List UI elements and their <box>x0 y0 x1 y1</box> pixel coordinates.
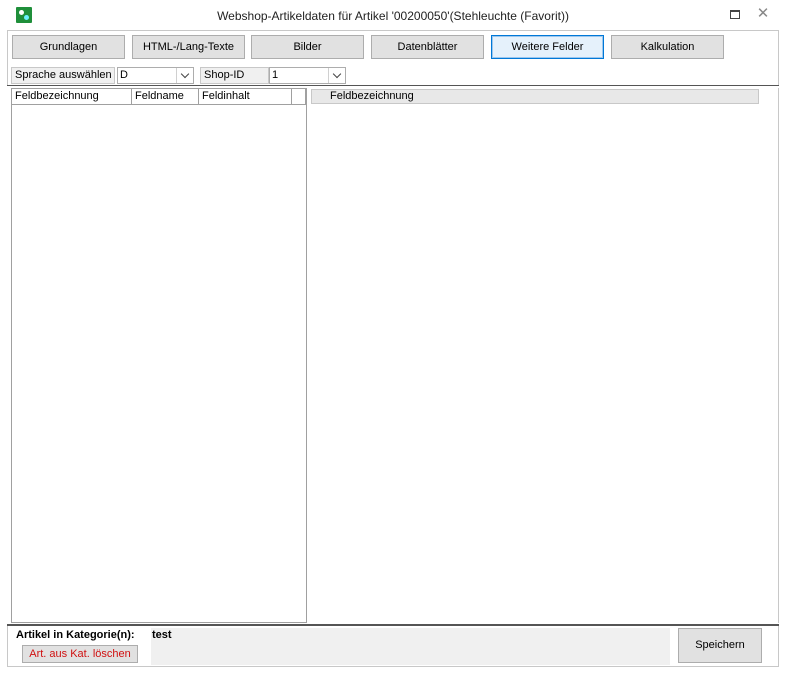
shop-id-select[interactable]: 1 <box>269 67 346 84</box>
tab-datenblaetter[interactable]: Datenblätter <box>371 35 484 59</box>
detail-grid[interactable]: Feldbezeichnung <box>309 88 779 623</box>
column-feldname[interactable]: Feldname <box>132 89 199 105</box>
close-icon: ✕ <box>756 5 770 22</box>
tab-bilder[interactable]: Bilder <box>251 35 364 59</box>
category-label: Artikel in Kategorie(n): <box>16 629 135 641</box>
fields-grid[interactable]: Feldbezeichnung Feldname Feldinhalt <box>11 88 307 623</box>
column-feldinhalt[interactable]: Feldinhalt <box>199 89 292 105</box>
tab-html-lang-texte[interactable]: HTML-/Lang-Texte <box>132 35 245 59</box>
close-button[interactable]: ✕ <box>752 4 774 24</box>
language-label: Sprache auswählen <box>11 67 115 84</box>
maximize-button[interactable] <box>724 4 746 24</box>
language-select[interactable]: D <box>117 67 194 84</box>
footer-panel: Artikel in Kategorie(n): test Art. aus K… <box>7 626 779 667</box>
tab-weitere-felder[interactable]: Weitere Felder <box>491 35 604 59</box>
remove-from-category-button[interactable]: Art. aus Kat. löschen <box>22 645 138 663</box>
title-bar: Webshop-Artikeldaten für Artikel '002000… <box>0 0 786 30</box>
webshop-article-window: Webshop-Artikeldaten für Artikel '002000… <box>0 0 786 673</box>
window-title: Webshop-Artikeldaten für Artikel '002000… <box>217 9 569 23</box>
save-button[interactable]: Speichern <box>678 628 762 663</box>
shop-id-select-value: 1 <box>272 69 279 81</box>
category-value: test <box>152 629 172 641</box>
top-separator <box>7 85 779 86</box>
column-feldbezeichnung[interactable]: Feldbezeichnung <box>12 89 132 105</box>
tab-kalkulation[interactable]: Kalkulation <box>611 35 724 59</box>
tab-button-bar: Grundlagen HTML-/Lang-Texte Bilder Daten… <box>7 30 779 86</box>
detail-column-feldbezeichnung[interactable]: Feldbezeichnung <box>311 89 759 104</box>
column-filler <box>292 89 306 105</box>
shop-id-label: Shop-ID <box>200 67 269 84</box>
tab-grundlagen[interactable]: Grundlagen <box>12 35 125 59</box>
maximize-icon <box>730 10 740 20</box>
fields-grid-header: Feldbezeichnung Feldname Feldinhalt <box>12 89 306 105</box>
chevron-down-icon[interactable] <box>176 68 193 83</box>
chevron-down-icon[interactable] <box>328 68 345 83</box>
category-panel <box>151 628 670 665</box>
language-select-value: D <box>120 69 128 81</box>
